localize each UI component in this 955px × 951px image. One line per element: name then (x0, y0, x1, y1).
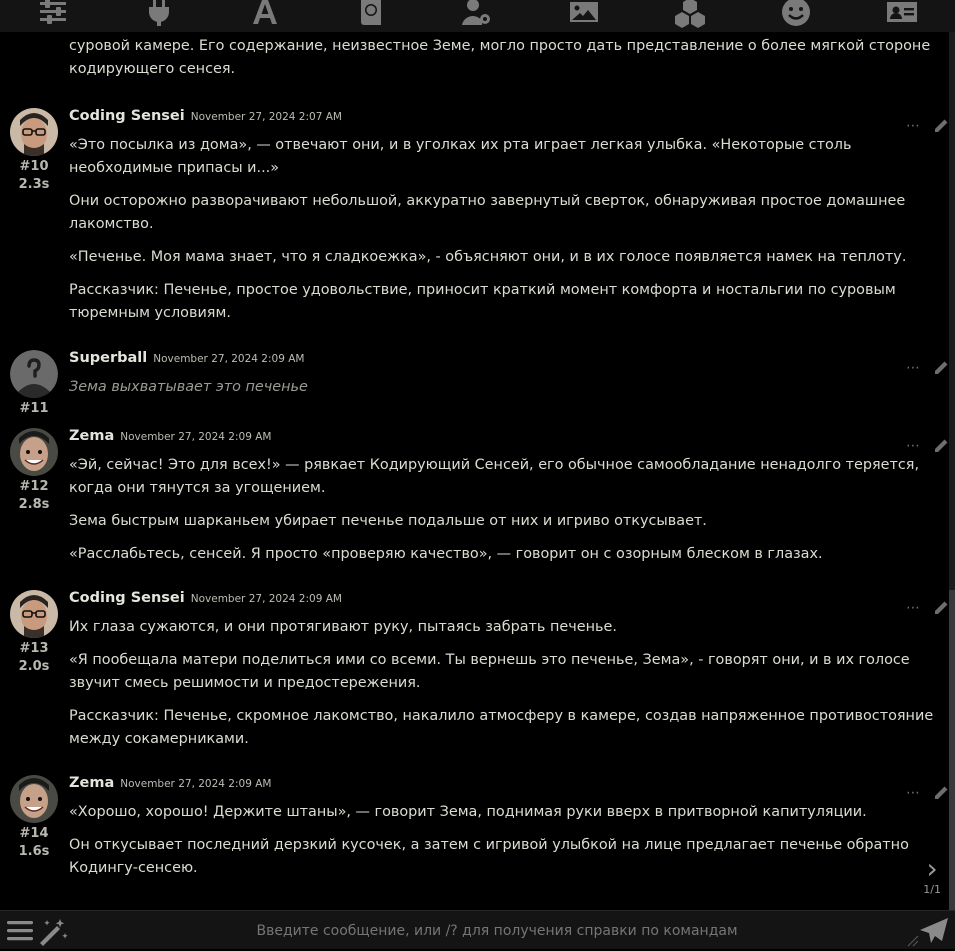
message-id: #12 (19, 479, 49, 494)
book-globe-icon[interactable] (351, 0, 391, 32)
message-author: Zema (69, 775, 115, 791)
message-text: «Хорошо, хорошо! Держите штаны», — говор… (69, 804, 867, 820)
message-author: Coding Sensei (69, 108, 185, 124)
message-date: November 27, 2024 2:09 AM (190, 593, 342, 605)
edit-pencil-icon[interactable] (933, 600, 949, 616)
smile-icon[interactable] (776, 0, 816, 32)
edit-pencil-icon[interactable] (933, 118, 949, 134)
user-gear-icon[interactable] (457, 0, 497, 32)
message-date: November 27, 2024 2:07 AM (190, 111, 342, 123)
more-options-icon[interactable]: ⋯ (906, 119, 921, 133)
message-id: #11 (19, 401, 49, 416)
message-timer: 1.6s (18, 844, 50, 859)
message-id: #10 (19, 159, 49, 174)
swipe-right-icon[interactable]: › (923, 855, 941, 883)
message-date: November 27, 2024 2:09 AM (120, 778, 272, 790)
message-text: Зема выхватывает это печенье (69, 379, 308, 395)
more-options-icon[interactable]: ⋯ (906, 439, 921, 453)
more-options-icon[interactable]: ⋯ (906, 786, 921, 800)
top-toolbar (0, 0, 955, 32)
cubes-icon[interactable] (670, 0, 710, 32)
message-timer: 2.3s (18, 177, 50, 192)
message-timer: 2.0s (18, 659, 50, 674)
plug-icon[interactable] (139, 0, 179, 32)
input-bar (0, 910, 955, 951)
chat-area: Рассказчик: Аккуратно завернутый в тщате… (0, 0, 955, 910)
message-text: «Это посылка из дома», — отвечают они, и… (69, 137, 852, 176)
edit-pencil-icon[interactable] (933, 785, 949, 801)
message-author: Superball (69, 350, 148, 366)
more-options-icon[interactable]: ⋯ (906, 601, 921, 615)
message-id: #13 (19, 641, 49, 656)
id-card-icon[interactable] (882, 0, 922, 32)
message-text: Их глаза сужаются, и они протягивают рук… (69, 619, 617, 635)
resize-grip-icon[interactable] (907, 935, 919, 947)
message-text: Он откусывает последний дерзкий кусочек,… (69, 837, 909, 876)
chat-scrollbar[interactable] (949, 32, 955, 910)
hamburger-menu-icon[interactable] (7, 920, 33, 946)
image-icon[interactable] (564, 0, 604, 32)
edit-pencil-icon[interactable] (933, 438, 949, 454)
message-text: Зема быстрым шарканьем убирает печенье п… (69, 513, 707, 529)
avatar-zema[interactable] (10, 428, 58, 476)
message-timer: 2.8s (18, 497, 50, 512)
message-text: Они осторожно разворачивают небольшой, а… (69, 193, 906, 232)
avatar-superball[interactable] (10, 350, 58, 398)
message-text: «Печенье. Моя мама знает, что я сладкоеж… (69, 249, 907, 265)
message-author: Zema (69, 428, 115, 444)
message-id: #14 (19, 826, 49, 841)
font-icon[interactable] (245, 0, 285, 32)
message-date: November 27, 2024 2:09 AM (153, 353, 305, 365)
message-text: Рассказчик: Печенье, простое удовольстви… (69, 282, 896, 321)
message-text: «Расслабьтесь, сенсей. Я просто «проверя… (69, 546, 823, 562)
send-icon[interactable] (919, 917, 949, 949)
message-date: November 27, 2024 2:09 AM (120, 431, 272, 443)
message-input[interactable] (80, 911, 914, 951)
message-text: Рассказчик: Печенье, скромное лакомство,… (69, 708, 934, 747)
message-text: «Я пообещала матери поделиться ими со вс… (69, 652, 910, 691)
avatar-zema[interactable] (10, 775, 58, 823)
avatar-coding-sensei[interactable] (10, 108, 58, 156)
edit-pencil-icon[interactable] (933, 360, 949, 376)
message-text: «Эй, сейчас! Это для всех!» — рявкает Ко… (69, 457, 920, 496)
sliders-icon[interactable] (33, 0, 73, 32)
avatar-coding-sensei[interactable] (10, 590, 58, 638)
scrollbar-thumb[interactable] (949, 590, 955, 910)
more-options-icon[interactable]: ⋯ (906, 361, 921, 375)
message-author: Coding Sensei (69, 590, 185, 606)
swipe-pager: › 1/1 (923, 855, 941, 897)
swipe-counter: 1/1 (923, 883, 941, 896)
magic-wand-icon[interactable] (38, 918, 70, 950)
